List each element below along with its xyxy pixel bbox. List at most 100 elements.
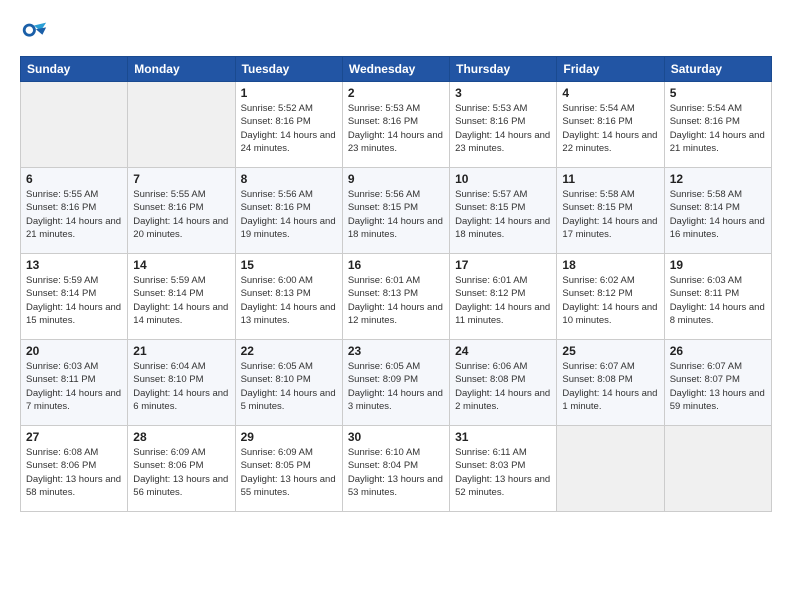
day-number: 29 [241, 430, 337, 444]
calendar-cell: 5 Sunrise: 5:54 AM Sunset: 8:16 PM Daylig… [664, 82, 771, 168]
day-info: Sunrise: 5:59 AM Sunset: 8:14 PM Dayligh… [26, 274, 122, 327]
calendar-cell: 25 Sunrise: 6:07 AM Sunset: 8:08 PM Dayli… [557, 340, 664, 426]
calendar-cell [21, 82, 128, 168]
day-number: 12 [670, 172, 766, 186]
day-number: 25 [562, 344, 658, 358]
calendar-cell: 6 Sunrise: 5:55 AM Sunset: 8:16 PM Daylig… [21, 168, 128, 254]
day-number: 13 [26, 258, 122, 272]
calendar-cell: 19 Sunrise: 6:03 AM Sunset: 8:11 PM Dayli… [664, 254, 771, 340]
day-number: 22 [241, 344, 337, 358]
calendar-cell: 13 Sunrise: 5:59 AM Sunset: 8:14 PM Dayli… [21, 254, 128, 340]
day-number: 19 [670, 258, 766, 272]
calendar-week-row: 6 Sunrise: 5:55 AM Sunset: 8:16 PM Daylig… [21, 168, 772, 254]
calendar-cell: 22 Sunrise: 6:05 AM Sunset: 8:10 PM Dayli… [235, 340, 342, 426]
header [20, 18, 772, 46]
day-number: 16 [348, 258, 444, 272]
day-info: Sunrise: 5:53 AM Sunset: 8:16 PM Dayligh… [348, 102, 444, 155]
calendar-cell [664, 426, 771, 512]
calendar-cell: 14 Sunrise: 5:59 AM Sunset: 8:14 PM Dayli… [128, 254, 235, 340]
calendar-day-header: Monday [128, 57, 235, 82]
calendar-cell [128, 82, 235, 168]
calendar-cell: 17Sunrise: 6:01 AM Sunset: 8:12 PM Dayli… [450, 254, 557, 340]
calendar-cell: 26Sunrise: 6:07 AM Sunset: 8:07 PM Dayli… [664, 340, 771, 426]
calendar-day-header: Sunday [21, 57, 128, 82]
day-number: 10 [455, 172, 551, 186]
calendar-cell: 8Sunrise: 5:56 AM Sunset: 8:16 PM Daylig… [235, 168, 342, 254]
day-number: 31 [455, 430, 551, 444]
day-info: Sunrise: 5:54 AM Sunset: 8:16 PM Dayligh… [670, 102, 766, 155]
calendar-cell: 9 Sunrise: 5:56 AM Sunset: 8:15 PM Daylig… [342, 168, 449, 254]
day-number: 20 [26, 344, 122, 358]
calendar-cell: 30 Sunrise: 6:10 AM Sunset: 8:04 PM Dayli… [342, 426, 449, 512]
day-number: 23 [348, 344, 444, 358]
day-info: Sunrise: 5:55 AM Sunset: 8:16 PM Dayligh… [133, 188, 229, 241]
day-info: Sunrise: 5:57 AM Sunset: 8:15 PM Dayligh… [455, 188, 551, 241]
day-number: 30 [348, 430, 444, 444]
day-number: 8 [241, 172, 337, 186]
day-number: 1 [241, 86, 337, 100]
calendar-week-row: 20 Sunrise: 6:03 AM Sunset: 8:11 PM Dayli… [21, 340, 772, 426]
day-info: Sunrise: 6:01 AM Sunset: 8:12 PM Dayligh… [455, 274, 551, 327]
day-info: Sunrise: 6:07 AM Sunset: 8:08 PM Dayligh… [562, 360, 658, 413]
day-number: 27 [26, 430, 122, 444]
day-number: 6 [26, 172, 122, 186]
day-info: Sunrise: 6:10 AM Sunset: 8:04 PM Dayligh… [348, 446, 444, 499]
day-number: 4 [562, 86, 658, 100]
day-info: Sunrise: 6:09 AM Sunset: 8:06 PM Dayligh… [133, 446, 229, 499]
day-info: Sunrise: 5:52 AM Sunset: 8:16 PM Dayligh… [241, 102, 337, 155]
day-info: Sunrise: 6:03 AM Sunset: 8:11 PM Dayligh… [670, 274, 766, 327]
calendar-cell: 2Sunrise: 5:53 AM Sunset: 8:16 PM Daylig… [342, 82, 449, 168]
calendar-cell: 1 Sunrise: 5:52 AM Sunset: 8:16 PM Daylig… [235, 82, 342, 168]
day-info: Sunrise: 5:54 AM Sunset: 8:16 PM Dayligh… [562, 102, 658, 155]
calendar-day-header: Thursday [450, 57, 557, 82]
calendar-cell: 31 Sunrise: 6:11 AM Sunset: 8:03 PM Dayli… [450, 426, 557, 512]
calendar-day-header: Tuesday [235, 57, 342, 82]
page: SundayMondayTuesdayWednesdayThursdayFrid… [0, 0, 792, 612]
day-info: Sunrise: 6:06 AM Sunset: 8:08 PM Dayligh… [455, 360, 551, 413]
logo-icon [20, 18, 48, 46]
day-number: 14 [133, 258, 229, 272]
day-info: Sunrise: 5:55 AM Sunset: 8:16 PM Dayligh… [26, 188, 122, 241]
day-info: Sunrise: 5:58 AM Sunset: 8:15 PM Dayligh… [562, 188, 658, 241]
calendar-cell: 20 Sunrise: 6:03 AM Sunset: 8:11 PM Dayli… [21, 340, 128, 426]
day-number: 21 [133, 344, 229, 358]
day-info: Sunrise: 6:11 AM Sunset: 8:03 PM Dayligh… [455, 446, 551, 499]
day-info: Sunrise: 6:05 AM Sunset: 8:10 PM Dayligh… [241, 360, 337, 413]
calendar-cell: 10 Sunrise: 5:57 AM Sunset: 8:15 PM Dayli… [450, 168, 557, 254]
calendar-cell: 29 Sunrise: 6:09 AM Sunset: 8:05 PM Dayli… [235, 426, 342, 512]
calendar-cell: 7Sunrise: 5:55 AM Sunset: 8:16 PM Daylig… [128, 168, 235, 254]
calendar-cell: 3Sunrise: 5:53 AM Sunset: 8:16 PM Daylig… [450, 82, 557, 168]
day-info: Sunrise: 6:02 AM Sunset: 8:12 PM Dayligh… [562, 274, 658, 327]
calendar-cell: 12 Sunrise: 5:58 AM Sunset: 8:14 PM Dayli… [664, 168, 771, 254]
day-number: 24 [455, 344, 551, 358]
day-number: 9 [348, 172, 444, 186]
calendar-cell: 28Sunrise: 6:09 AM Sunset: 8:06 PM Dayli… [128, 426, 235, 512]
calendar-cell: 16 Sunrise: 6:01 AM Sunset: 8:13 PM Dayli… [342, 254, 449, 340]
calendar-week-row: 13 Sunrise: 5:59 AM Sunset: 8:14 PM Dayli… [21, 254, 772, 340]
day-info: Sunrise: 5:56 AM Sunset: 8:15 PM Dayligh… [348, 188, 444, 241]
calendar-table: SundayMondayTuesdayWednesdayThursdayFrid… [20, 56, 772, 512]
calendar-cell: 18 Sunrise: 6:02 AM Sunset: 8:12 PM Dayli… [557, 254, 664, 340]
calendar-day-header: Wednesday [342, 57, 449, 82]
day-info: Sunrise: 6:04 AM Sunset: 8:10 PM Dayligh… [133, 360, 229, 413]
calendar-cell: 24 Sunrise: 6:06 AM Sunset: 8:08 PM Dayli… [450, 340, 557, 426]
day-info: Sunrise: 6:01 AM Sunset: 8:13 PM Dayligh… [348, 274, 444, 327]
day-number: 3 [455, 86, 551, 100]
day-info: Sunrise: 6:09 AM Sunset: 8:05 PM Dayligh… [241, 446, 337, 499]
day-number: 5 [670, 86, 766, 100]
calendar-cell: 15Sunrise: 6:00 AM Sunset: 8:13 PM Dayli… [235, 254, 342, 340]
day-info: Sunrise: 6:07 AM Sunset: 8:07 PM Dayligh… [670, 360, 766, 413]
day-info: Sunrise: 6:03 AM Sunset: 8:11 PM Dayligh… [26, 360, 122, 413]
day-number: 11 [562, 172, 658, 186]
day-info: Sunrise: 6:08 AM Sunset: 8:06 PM Dayligh… [26, 446, 122, 499]
day-info: Sunrise: 5:58 AM Sunset: 8:14 PM Dayligh… [670, 188, 766, 241]
day-number: 18 [562, 258, 658, 272]
calendar-cell: 4 Sunrise: 5:54 AM Sunset: 8:16 PM Daylig… [557, 82, 664, 168]
day-info: Sunrise: 5:59 AM Sunset: 8:14 PM Dayligh… [133, 274, 229, 327]
day-info: Sunrise: 6:05 AM Sunset: 8:09 PM Dayligh… [348, 360, 444, 413]
calendar-week-row: 1 Sunrise: 5:52 AM Sunset: 8:16 PM Daylig… [21, 82, 772, 168]
calendar-cell: 21 Sunrise: 6:04 AM Sunset: 8:10 PM Dayli… [128, 340, 235, 426]
calendar-cell: 23 Sunrise: 6:05 AM Sunset: 8:09 PM Dayli… [342, 340, 449, 426]
calendar-cell: 27 Sunrise: 6:08 AM Sunset: 8:06 PM Dayli… [21, 426, 128, 512]
day-number: 15 [241, 258, 337, 272]
